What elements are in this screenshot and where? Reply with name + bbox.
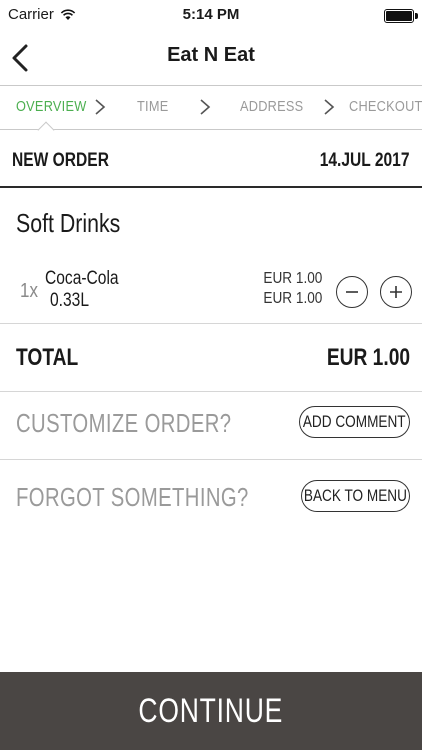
customize-order-label: CUSTOMIZE ORDER? (16, 408, 232, 438)
forgot-something-label: FORGOT SOMETHING? (16, 482, 249, 512)
order-header: NEW ORDER 14.JUL 2017 (0, 132, 422, 188)
status-bar: Carrier 5:14 PM (0, 0, 422, 30)
total-value: EUR 1.00 (326, 344, 410, 371)
status-time: 5:14 PM (182, 6, 240, 23)
item-unit-price: EUR 1.00 (263, 270, 322, 287)
step-overview[interactable]: OVERVIEW (16, 98, 87, 115)
checkout-steps: OVERVIEW TIME ADDRESS CHECKOUT (0, 86, 422, 130)
add-comment-button[interactable]: ADD COMMENT (299, 406, 410, 438)
item-quantity: 1x (20, 280, 38, 302)
order-date: 14.JUL 2017 (320, 150, 410, 171)
continue-label: CONTINUE (138, 691, 284, 730)
customize-order-row: CUSTOMIZE ORDER? ADD COMMENT (0, 392, 422, 460)
battery-tip (415, 13, 418, 19)
order-item-row: 1x Coca-Cola 0.33L EUR 1.00 EUR 1.00 (0, 262, 422, 324)
item-name: Coca-Cola (45, 268, 119, 289)
minus-icon (346, 291, 358, 293)
plus-icon (390, 286, 402, 298)
step-time[interactable]: TIME (137, 98, 168, 115)
decrease-quantity-button[interactable] (336, 276, 368, 308)
forgot-something-row: FORGOT SOMETHING? BACK TO MENU (0, 462, 422, 530)
item-size: 0.33L (50, 290, 89, 311)
order-label: NEW ORDER (12, 150, 109, 171)
back-to-menu-button[interactable]: BACK TO MENU (301, 480, 410, 512)
total-label: TOTAL (16, 344, 79, 371)
navigation-bar: Eat N Eat (0, 30, 422, 86)
back-to-menu-label: BACK TO MENU (303, 486, 408, 505)
chevron-right-icon (95, 99, 106, 115)
item-line-price: EUR 1.00 (263, 290, 322, 307)
battery-fill (386, 11, 412, 21)
add-comment-label: ADD COMMENT (303, 412, 406, 431)
continue-button[interactable]: CONTINUE (0, 672, 422, 750)
step-address[interactable]: ADDRESS (240, 98, 303, 115)
battery-icon (384, 9, 414, 23)
increase-quantity-button[interactable] (380, 276, 412, 308)
chevron-right-icon (200, 99, 211, 115)
category-title: Soft Drinks (16, 208, 121, 238)
total-row: TOTAL EUR 1.00 (0, 324, 422, 392)
page-title: Eat N Eat (167, 44, 255, 66)
chevron-right-icon (324, 99, 335, 115)
step-checkout[interactable]: CHECKOUT (349, 98, 422, 115)
